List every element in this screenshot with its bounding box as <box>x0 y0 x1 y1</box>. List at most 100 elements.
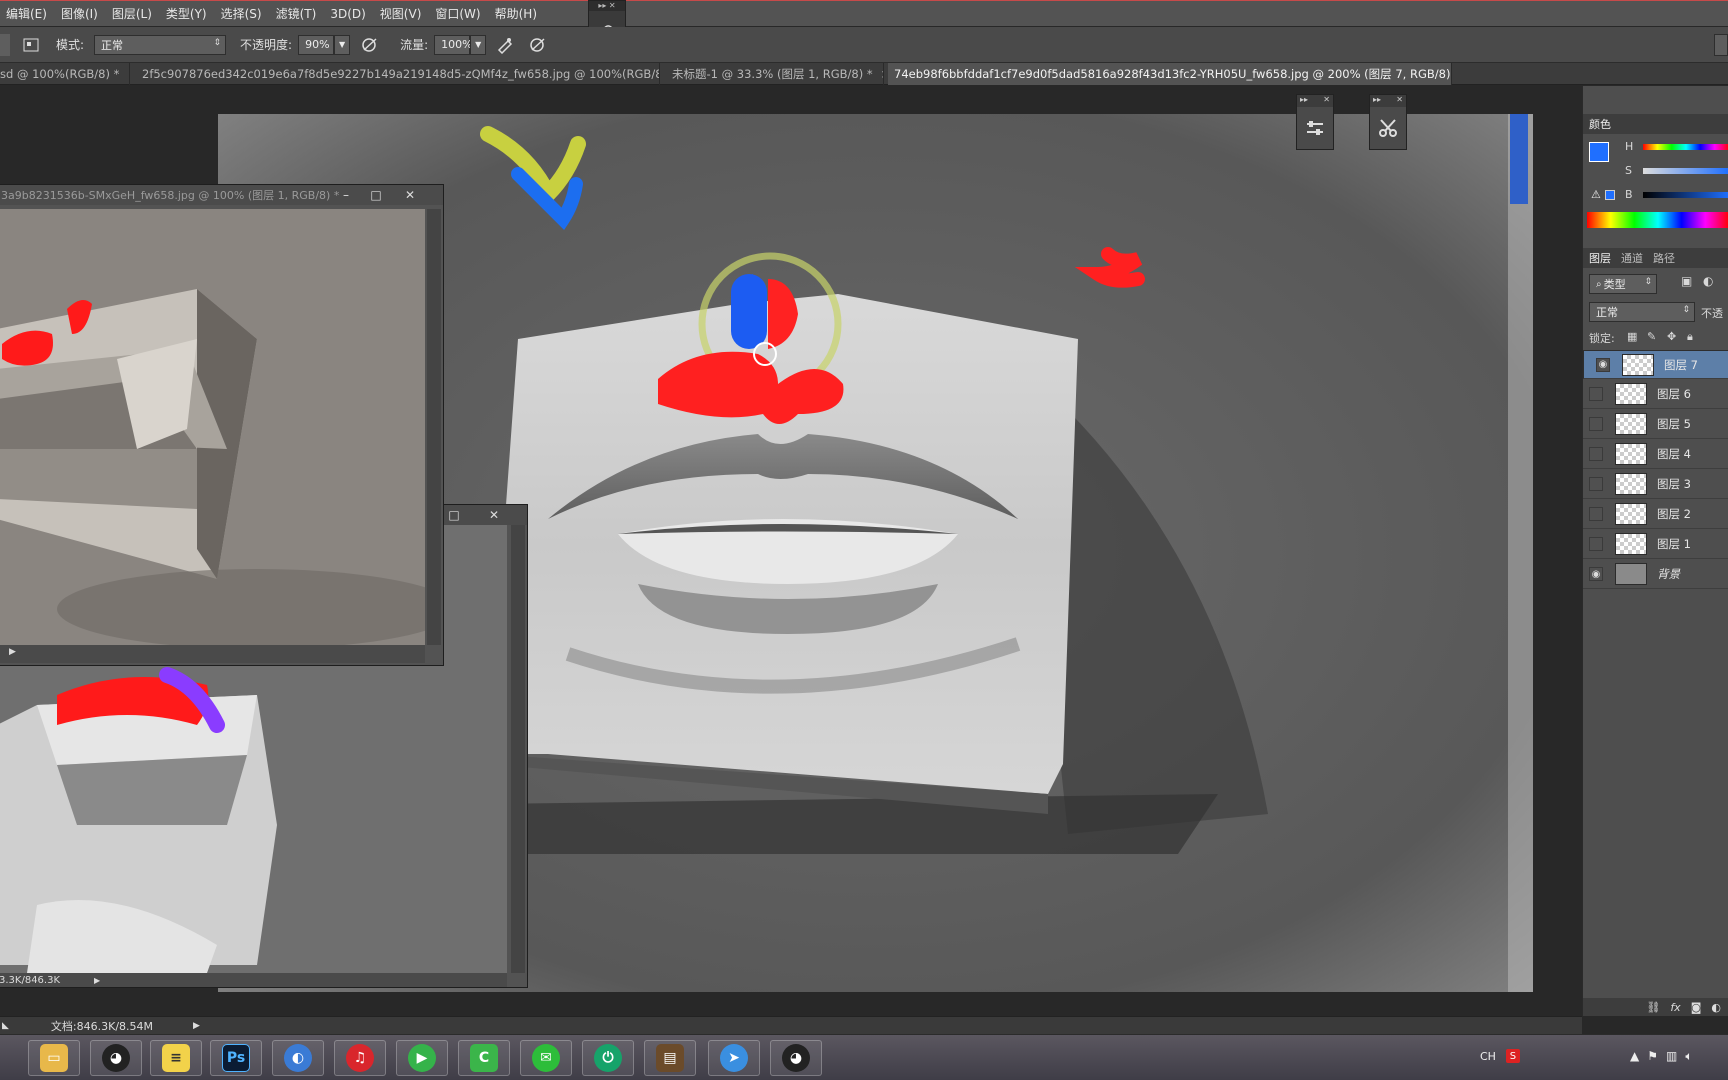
gamut-warning-icon[interactable]: ⚠ <box>1591 188 1601 201</box>
saturation-slider[interactable] <box>1643 168 1728 174</box>
play-icon[interactable]: ▶ <box>193 1021 200 1031</box>
panel-grip[interactable]: ▸▸ ✕ <box>1370 95 1406 107</box>
lock-move-icon[interactable]: ✥ <box>1667 330 1676 343</box>
layer-row[interactable]: 图层 1 <box>1583 530 1728 559</box>
adjustment-layer-icon[interactable]: ◐ <box>1711 1001 1721 1014</box>
camtasia-app[interactable]: C <box>458 1040 510 1076</box>
doc-tab-1[interactable]: sd @ 100%(RGB/8) * × <box>0 63 130 85</box>
link-icon[interactable]: ⛓ <box>1646 1001 1660 1014</box>
wechat-app[interactable]: ✉ <box>520 1040 572 1076</box>
scrollbar[interactable] <box>427 209 441 645</box>
mode-select[interactable]: 正常 ⇕ <box>94 34 227 55</box>
volume-icon[interactable]: 🔈︎ <box>1685 1049 1692 1064</box>
menu-3d[interactable]: 3D(D) <box>330 7 365 21</box>
close-icon[interactable]: ✕ <box>485 506 503 524</box>
scissors-icon[interactable] <box>1370 117 1406 139</box>
airbrush-icon[interactable] <box>494 34 516 56</box>
pressure-size-icon[interactable] <box>526 34 548 56</box>
zoom-field[interactable]: ◣ <box>2 1021 9 1031</box>
visibility-eye-icon[interactable]: ◉ <box>1596 357 1610 372</box>
flow-dropdown[interactable]: ▼ <box>470 34 487 55</box>
green-app[interactable]: ⏻ <box>582 1040 634 1076</box>
opacity-dropdown[interactable]: ▼ <box>334 34 351 55</box>
close-icon[interactable]: × <box>881 67 883 81</box>
sliders-icon[interactable] <box>1297 117 1333 139</box>
feishu-app[interactable]: ➤ <box>708 1040 760 1076</box>
blend-mode-select[interactable]: 正常 ⇕ <box>1589 302 1695 322</box>
doc-tab-2[interactable]: 2f5c907876ed342c019e6a7f8d5e9227b149a219… <box>136 63 660 85</box>
tab-layers[interactable]: 图层 <box>1589 250 1611 266</box>
minimize-icon[interactable]: – <box>337 186 355 204</box>
brush-panel-icon[interactable] <box>20 34 42 56</box>
panel-grip[interactable]: ▸▸ ✕ <box>1297 95 1333 107</box>
flag-icon[interactable]: ⚑ <box>1647 1049 1658 1064</box>
layer-row[interactable]: 图层 2 <box>1583 500 1728 529</box>
file-explorer-app[interactable]: ▭ <box>28 1040 80 1076</box>
mouth-angle-sketch-canvas[interactable] <box>0 209 425 645</box>
tab-paths[interactable]: 路径 <box>1653 250 1675 266</box>
visibility-eye-icon[interactable] <box>1589 507 1603 521</box>
qq-app-2[interactable]: ◕ <box>770 1040 822 1076</box>
scrollbar[interactable] <box>511 525 525 973</box>
tool-preset-picker[interactable] <box>0 33 10 56</box>
adjustments-float-panel[interactable]: ▸▸ ✕ <box>1296 94 1334 150</box>
photoshop-app[interactable]: Ps <box>210 1040 262 1076</box>
foreground-swatch[interactable] <box>1589 142 1609 162</box>
color-ramp[interactable] <box>1587 212 1728 228</box>
maximize-icon[interactable]: □ <box>445 506 463 524</box>
notepad-app[interactable]: ≡ <box>150 1040 202 1076</box>
flow-input[interactable]: 100% <box>434 34 473 55</box>
brightness-slider[interactable] <box>1643 192 1728 198</box>
menu-view[interactable]: 视图(V) <box>380 5 422 22</box>
fx-icon[interactable]: fx <box>1670 1001 1680 1014</box>
menu-layer[interactable]: 图层(L) <box>112 5 152 22</box>
color-panel-tab[interactable]: 颜色 <box>1589 116 1611 132</box>
hue-slider[interactable] <box>1643 144 1728 150</box>
qq-app[interactable]: ◕ <box>90 1040 142 1076</box>
play-icon[interactable]: ▶ <box>94 976 100 985</box>
image-filter-icon[interactable]: ▣ <box>1681 274 1692 288</box>
netease-music-app[interactable]: ♫ <box>334 1040 386 1076</box>
floating-document-window-1[interactable]: 3a9b8231536b-SMxGeH_fw658.jpg @ 100% (图层… <box>0 184 444 666</box>
visibility-eye-icon[interactable] <box>1589 477 1603 491</box>
menu-filter[interactable]: 滤镜(T) <box>276 5 317 22</box>
layer-row[interactable]: 图层 3 <box>1583 470 1728 499</box>
color-panel-header[interactable]: 颜色 <box>1583 114 1728 134</box>
visibility-eye-icon[interactable] <box>1589 417 1603 431</box>
opacity-input[interactable]: 90% <box>298 34 335 55</box>
tray-app-icon[interactable]: ▲ <box>1630 1049 1639 1064</box>
layer-row[interactable]: 图层 4 <box>1583 440 1728 469</box>
visibility-eye-icon[interactable]: ◉ <box>1589 567 1603 581</box>
layer-row[interactable]: 图层 6 <box>1583 380 1728 409</box>
visibility-eye-icon[interactable] <box>1589 387 1603 401</box>
menu-edit[interactable]: 编辑(E) <box>6 5 47 22</box>
lock-transparent-icon[interactable]: ▦ <box>1627 330 1637 343</box>
doc-tab-4[interactable]: 74eb98f6bbfddaf1cf7e9d0f5dad5816a928f43d… <box>888 63 1452 85</box>
panel-grip-icon[interactable]: ▸▸ ✕ <box>589 1 625 11</box>
close-icon[interactable]: ✕ <box>401 186 419 204</box>
workspace-switcher[interactable] <box>1714 34 1728 56</box>
tab-channels[interactable]: 通道 <box>1621 250 1643 266</box>
iqiyi-app[interactable]: ▶ <box>396 1040 448 1076</box>
visibility-eye-icon[interactable] <box>1589 537 1603 551</box>
browser-app[interactable]: ◐ <box>272 1040 324 1076</box>
adjustment-filter-icon[interactable]: ◐ <box>1703 274 1713 288</box>
doc-tab-3[interactable]: 未标题-1 @ 33.3% (图层 1, RGB/8) * × <box>666 63 884 85</box>
menu-window[interactable]: 窗口(W) <box>435 5 480 22</box>
layer-row[interactable]: ◉ 背景 <box>1583 560 1728 589</box>
maximize-icon[interactable]: □ <box>367 186 385 204</box>
menu-select[interactable]: 选择(S) <box>221 5 262 22</box>
network-icon[interactable]: ▥ <box>1666 1049 1677 1064</box>
lock-paint-icon[interactable]: ✎ <box>1647 330 1656 343</box>
layer-row[interactable]: 图层 5 <box>1583 410 1728 439</box>
web-safe-swatch[interactable] <box>1605 190 1615 200</box>
layer-row[interactable]: ◉ 图层 7 <box>1583 350 1728 379</box>
visibility-eye-icon[interactable] <box>1589 447 1603 461</box>
mask-icon[interactable]: ◙ <box>1691 1001 1702 1014</box>
close-icon[interactable]: × <box>127 67 129 81</box>
tool-presets-float-panel[interactable]: ▸▸ ✕ <box>1369 94 1407 150</box>
play-icon[interactable]: ▶ <box>9 647 16 657</box>
lock-all-icon[interactable]: 🔒︎ <box>1687 330 1693 344</box>
pressure-opacity-icon[interactable] <box>358 34 380 56</box>
menu-type[interactable]: 类型(Y) <box>166 5 207 22</box>
